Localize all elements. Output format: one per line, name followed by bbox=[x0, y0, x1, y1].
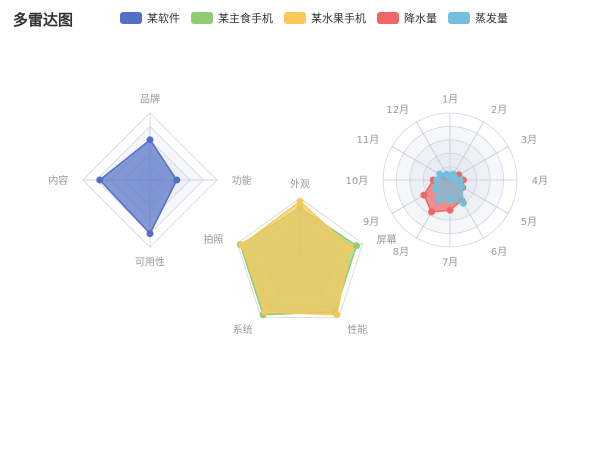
data-point bbox=[296, 197, 304, 205]
radar-charts: 品牌功能可用性 内容 外观屏幕性能 系统 拍照 1月 2月 3月 4月 5月 6月 7月 8月 9月 10月… bbox=[48, 92, 548, 336]
data-point bbox=[352, 242, 360, 250]
indicator-label: 性能 bbox=[347, 323, 367, 336]
indicator-label: 6月 bbox=[491, 246, 507, 258]
indicator-label: 品牌 bbox=[140, 92, 160, 105]
data-point bbox=[443, 170, 451, 178]
indicator-label: 3月 bbox=[521, 134, 537, 146]
radar-2: 外观屏幕性能 系统 拍照 bbox=[203, 178, 396, 336]
data-point bbox=[146, 230, 154, 238]
indicator-label: 5月 bbox=[521, 216, 537, 228]
indicator-label: 内容 bbox=[48, 174, 68, 187]
data-point bbox=[433, 176, 441, 184]
indicator-label: 系统 bbox=[233, 323, 253, 336]
data-point bbox=[96, 176, 104, 184]
data-point bbox=[420, 191, 428, 199]
indicator-label: 拍照 bbox=[203, 233, 223, 246]
data-point bbox=[428, 208, 436, 216]
data-point bbox=[446, 196, 454, 204]
indicator-label: 9月 bbox=[363, 216, 379, 228]
data-point bbox=[456, 176, 464, 184]
data-point bbox=[333, 311, 341, 319]
data-point bbox=[238, 241, 246, 249]
data-point bbox=[434, 196, 442, 204]
indicator-label: 4月 bbox=[532, 175, 548, 187]
indicator-label: 10月 bbox=[346, 175, 369, 187]
indicator-label: 1月 bbox=[442, 93, 458, 105]
indicator-label: 2月 bbox=[491, 104, 507, 116]
data-point bbox=[446, 206, 454, 214]
data-point bbox=[431, 184, 439, 192]
indicator-label: 8月 bbox=[393, 246, 409, 258]
indicator-label: 12月 bbox=[386, 104, 409, 116]
data-point bbox=[261, 308, 269, 316]
data-point bbox=[173, 176, 181, 184]
data-point bbox=[459, 199, 467, 207]
indicator-label: 11月 bbox=[356, 134, 379, 146]
data-point bbox=[436, 170, 444, 178]
indicator-label: 屏幕 bbox=[377, 233, 397, 246]
indicator-label: 可用性 bbox=[135, 256, 165, 269]
data-point bbox=[346, 244, 354, 252]
data-point bbox=[458, 183, 466, 191]
indicator-label: 7月 bbox=[442, 257, 458, 269]
indicator-label: 功能 bbox=[232, 174, 252, 187]
indicator-label: 外观 bbox=[290, 178, 310, 190]
data-point bbox=[146, 136, 154, 144]
